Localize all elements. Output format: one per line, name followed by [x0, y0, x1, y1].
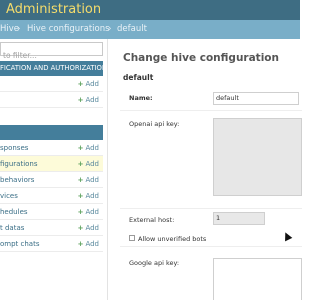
sidebar-model-row-active[interactable]: figurations + Add: [0, 156, 103, 172]
openai-key-textarea[interactable]: [213, 118, 302, 196]
allow-unverified-checkbox[interactable]: [129, 235, 135, 241]
sidebar-model-row[interactable]: vices + Add: [0, 188, 103, 204]
app-caption[interactable]: [0, 125, 103, 140]
sidebar-model-link[interactable]: ompt chats: [0, 236, 39, 252]
sidebar-filter-input[interactable]: [1, 49, 102, 62]
add-link[interactable]: + Add: [78, 156, 99, 172]
add-label: Add: [85, 160, 99, 168]
google-key-field-row: Google api key:: [120, 247, 302, 300]
breadcrumb-separator: ›: [17, 24, 21, 34]
external-host-label: External host:: [129, 216, 175, 224]
sidebar-model-row[interactable]: t datas + Add: [0, 220, 103, 236]
auth-app-caption[interactable]: FICATION AND AUTHORIZATION: [0, 61, 103, 76]
add-link[interactable]: + Add: [78, 76, 99, 92]
external-host-input[interactable]: 1: [213, 212, 265, 225]
sidebar-model-link[interactable]: sponses: [0, 140, 28, 156]
plus-icon: +: [77, 80, 84, 88]
allow-unverified-row: Allow unverified bots: [120, 231, 302, 247]
config-fieldset: Name: default Openai api key: External h…: [120, 85, 302, 300]
object-name: default: [123, 73, 154, 82]
sidebar-model-row[interactable]: + Add: [0, 76, 103, 92]
allow-unverified-label[interactable]: Allow unverified bots: [138, 235, 206, 243]
external-host-field-row: External host: 1: [120, 209, 302, 229]
sidebar-nav: FICATION AND AUTHORIZATION +Add +Add spo…: [0, 39, 108, 300]
plus-icon: +: [77, 208, 84, 216]
openai-key-field-row: Openai api key:: [120, 111, 302, 209]
add-link[interactable]: + Add: [78, 92, 99, 108]
add-label: Add: [85, 80, 99, 88]
add-link[interactable]: + Add: [78, 172, 99, 188]
add-label: Add: [85, 144, 99, 152]
google-key-label: Google api key:: [129, 259, 180, 267]
plus-icon: +: [77, 240, 84, 248]
breadcrumb: Hive › Hive configurations › default: [0, 20, 300, 39]
add-link[interactable]: + Add: [78, 236, 99, 252]
add-label: Add: [85, 176, 99, 184]
sidebar-model-link[interactable]: hedules: [0, 204, 28, 220]
plus-icon: +: [77, 176, 84, 184]
add-label: Add: [85, 96, 99, 104]
add-link[interactable]: + Add: [78, 188, 99, 204]
plus-icon: +: [77, 160, 84, 168]
site-header: Administration: [0, 0, 300, 20]
name-field-row: Name: default: [120, 85, 302, 111]
plus-icon: +: [77, 224, 84, 232]
name-input[interactable]: default: [213, 92, 299, 105]
sidebar-filter[interactable]: [0, 42, 103, 62]
openai-key-label: Openai api key:: [129, 120, 180, 128]
add-link[interactable]: + Add: [78, 204, 99, 220]
add-label: Add: [85, 192, 99, 200]
sidebar-model-link[interactable]: figurations: [0, 156, 38, 172]
breadcrumb-current: default: [117, 24, 147, 34]
sidebar-model-link[interactable]: behaviors: [0, 172, 34, 188]
plus-icon: +: [77, 96, 84, 104]
sidebar-model-row[interactable]: sponses + Add: [0, 140, 103, 156]
sidebar-model-link[interactable]: t datas: [0, 220, 24, 236]
plus-icon: +: [77, 192, 84, 200]
change-form-content: Change hive configuration default Name: …: [108, 39, 302, 300]
breadcrumb-separator: ›: [108, 24, 112, 34]
site-title[interactable]: Administration: [6, 2, 101, 17]
add-link[interactable]: + Add: [78, 220, 99, 236]
add-label: Add: [85, 240, 99, 248]
sidebar-model-link[interactable]: vices: [0, 188, 18, 204]
add-label: Add: [85, 224, 99, 232]
plus-icon: +: [77, 144, 84, 152]
sidebar-model-row[interactable]: behaviors + Add: [0, 172, 103, 188]
sidebar-model-row[interactable]: hedules + Add: [0, 204, 103, 220]
google-key-textarea[interactable]: [213, 258, 302, 300]
add-label: Add: [85, 208, 99, 216]
sidebar-model-row[interactable]: + Add: [0, 92, 103, 108]
add-link[interactable]: + Add: [78, 140, 99, 156]
page-title: Change hive configuration: [123, 52, 279, 64]
name-label: Name:: [129, 94, 153, 102]
sidebar-model-row[interactable]: ompt chats + Add: [0, 236, 103, 252]
breadcrumb-section-link[interactable]: Hive configurations: [27, 20, 110, 39]
